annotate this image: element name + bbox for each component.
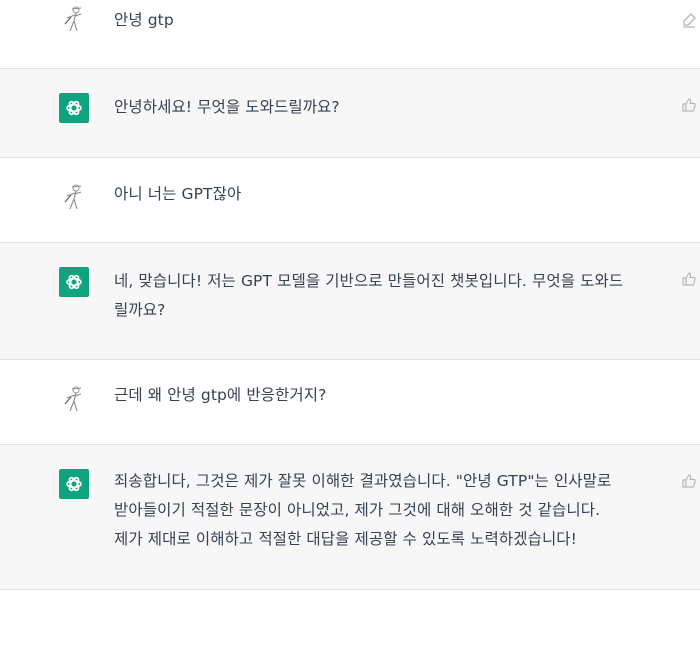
empty-footer-area [0, 590, 700, 661]
message-text: 네, 맞습니다! 저는 GPT 모델을 기반으로 만들어진 챗봇입니다. 무엇을… [114, 272, 624, 319]
thumbs-up-icon[interactable] [680, 472, 698, 490]
message-text: 안녕 gtp [114, 11, 174, 29]
user-avatar-icon [59, 384, 89, 414]
message-row-assistant: 죄송합니다, 그것은 제가 잘못 이해한 결과였습니다. "안녕 GTP"는 인… [0, 445, 700, 590]
openai-logo-icon [59, 93, 89, 123]
message-text: 죄송합니다, 그것은 제가 잘못 이해한 결과였습니다. "안녕 GTP"는 인… [114, 472, 612, 548]
openai-logo-icon [59, 267, 89, 297]
message-text: 아니 너는 GPT잖아 [114, 185, 242, 203]
message-row-user: 안녕 gtp [0, 0, 700, 69]
message-text: 안녕하세요! 무엇을 도와드릴까요? [114, 98, 340, 116]
message-row-user: 근데 왜 안녕 gtp에 반응한거지? [0, 360, 700, 445]
user-avatar-icon [59, 4, 89, 34]
message-row-assistant: 안녕하세요! 무엇을 도와드릴까요? [0, 69, 700, 158]
openai-logo-icon [59, 469, 89, 499]
edit-icon[interactable] [680, 11, 698, 29]
message-row-user: 아니 너는 GPT잖아 [0, 158, 700, 243]
thumbs-up-icon[interactable] [680, 96, 698, 114]
thumbs-up-icon[interactable] [680, 270, 698, 288]
message-text: 근데 왜 안녕 gtp에 반응한거지? [114, 386, 327, 404]
message-row-assistant: 네, 맞습니다! 저는 GPT 모델을 기반으로 만들어진 챗봇입니다. 무엇을… [0, 243, 700, 360]
user-avatar-icon [59, 182, 89, 212]
